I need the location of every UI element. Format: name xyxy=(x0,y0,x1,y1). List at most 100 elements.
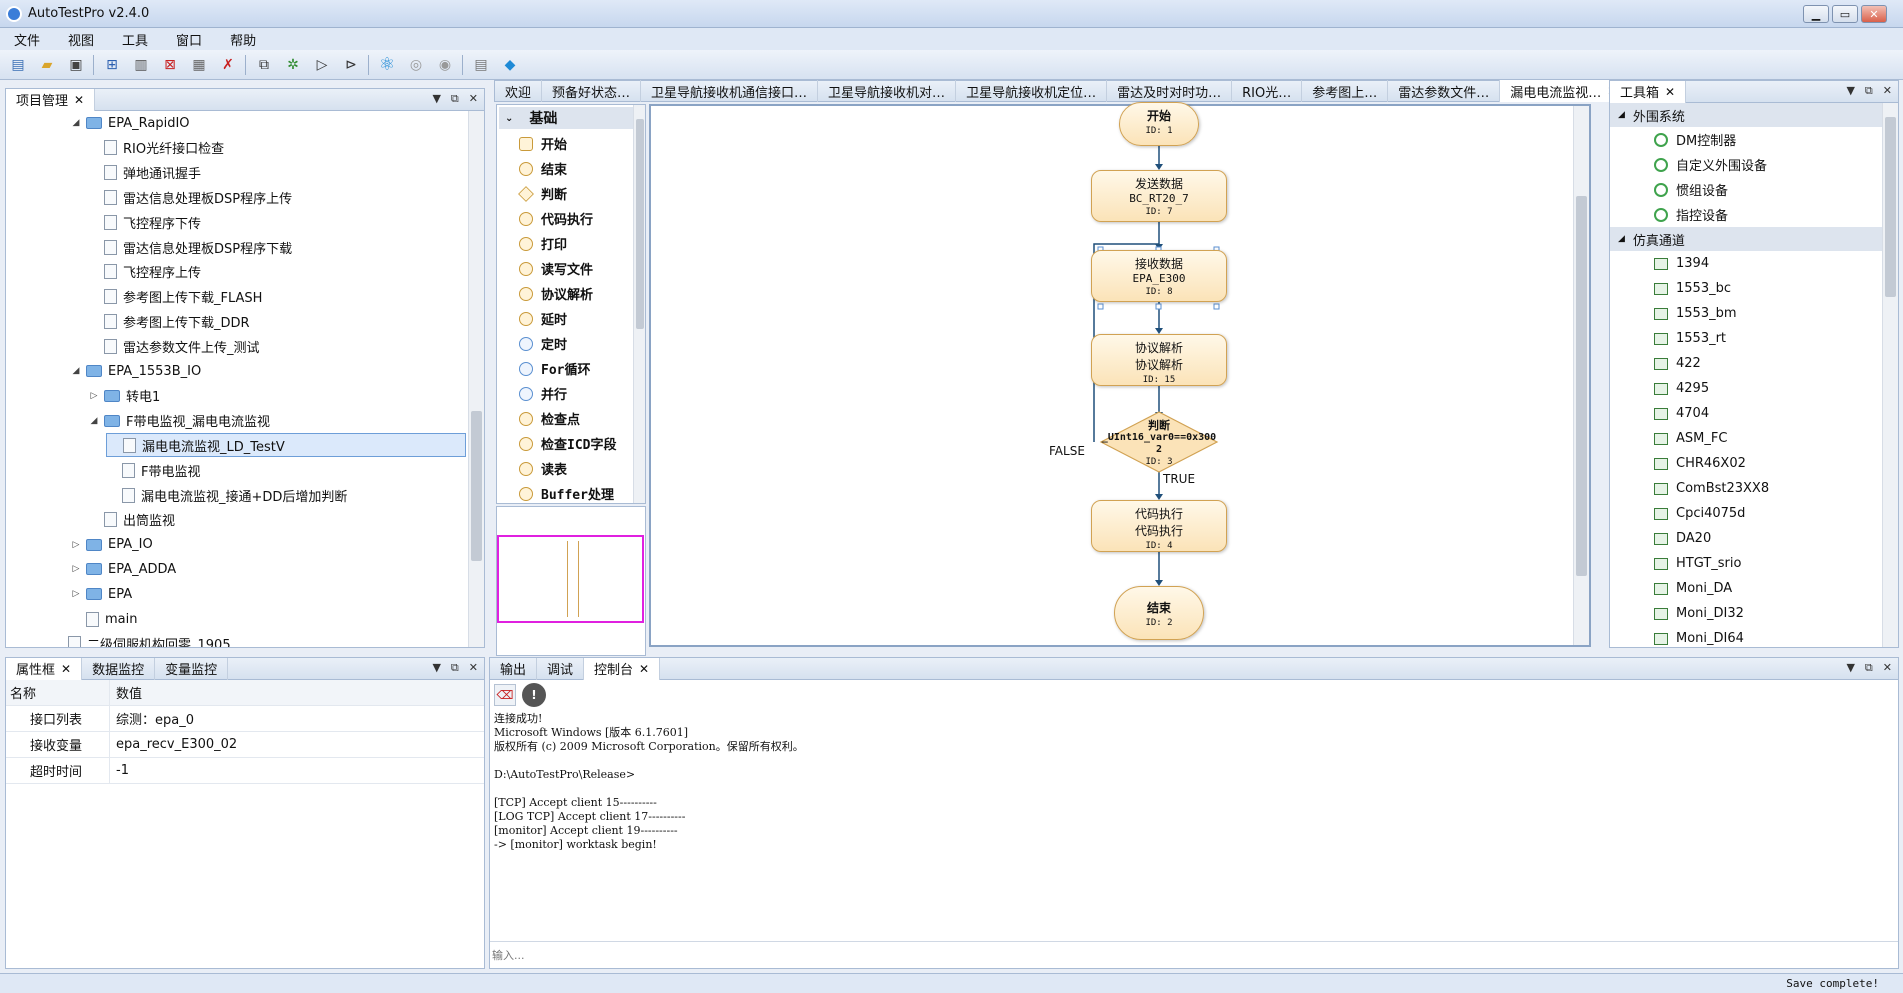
tab-editor[interactable]: 雷达参数文件… xyxy=(1388,80,1501,102)
expand-icon[interactable]: ▷ xyxy=(70,564,82,574)
maximize-button[interactable]: ▭ xyxy=(1832,5,1858,23)
toolbox-item[interactable]: 1553_rt xyxy=(1610,326,1882,351)
tab-debug[interactable]: 调试 xyxy=(537,657,585,680)
step-icon[interactable]: ⊳ xyxy=(340,54,362,76)
palette-item[interactable]: 延时 xyxy=(497,306,645,331)
palette-item[interactable]: 读写文件 xyxy=(497,256,645,281)
tree-node[interactable]: 飞控程序下传 xyxy=(88,210,201,234)
minimize-button[interactable]: ▁ xyxy=(1803,5,1829,23)
connect-icon[interactable]: ◎ xyxy=(405,54,427,76)
float-icon[interactable]: ⧉ xyxy=(451,661,459,675)
palette-item[interactable]: 并行 xyxy=(497,381,645,406)
toolbox-item[interactable]: ASM_FC xyxy=(1610,426,1882,451)
toolbox-item[interactable]: 4295 xyxy=(1610,376,1882,401)
toolbox-item[interactable]: DA20 xyxy=(1610,526,1882,551)
console-input[interactable] xyxy=(492,944,1892,966)
toolbox-item[interactable]: 1553_bc xyxy=(1610,276,1882,301)
tab-toolbox[interactable]: 工具箱 ✕ xyxy=(1610,80,1687,103)
dropdown-icon[interactable]: ▼ xyxy=(1846,84,1854,98)
tree-node[interactable]: ▷ 转电1 xyxy=(88,384,160,408)
property-value[interactable]: -1 xyxy=(110,763,129,778)
tab-editor[interactable]: 预备好状态… xyxy=(542,80,642,102)
close-icon[interactable]: ✕ xyxy=(1883,661,1892,675)
collapse-icon[interactable]: ◢ xyxy=(70,118,82,128)
package-icon[interactable]: ◆ xyxy=(499,54,521,76)
palette-item[interactable]: For循环 xyxy=(497,356,645,381)
delete-icon[interactable]: ⊠ xyxy=(159,54,181,76)
menu-view[interactable]: 视图 xyxy=(68,30,94,49)
toolbox-item[interactable]: Moni_DI64 xyxy=(1610,626,1882,647)
property-value[interactable]: epa_recv_E300_02 xyxy=(110,737,237,752)
dropdown-icon[interactable]: ▼ xyxy=(432,92,440,106)
palette-scrollbar[interactable] xyxy=(633,105,645,503)
scrollbar-thumb[interactable] xyxy=(1576,196,1587,576)
tree-node[interactable]: 漏电电流监视_LD_TestV xyxy=(106,433,466,458)
tab-properties[interactable]: 属性框 ✕ xyxy=(6,657,83,680)
flow-canvas[interactable]: 开始 ID: 1 发送数据 BC_RT20_7 ID: 7 接收数据 EPA_E… xyxy=(649,102,1591,647)
tree-node[interactable]: 二级伺服机构回零_1905 xyxy=(52,632,231,647)
tab-welcome[interactable]: 欢迎 xyxy=(495,80,543,102)
palette-item[interactable]: 结束 xyxy=(497,156,645,181)
property-row[interactable]: 接口列表 综测：epa_0 xyxy=(6,706,484,732)
menu-tools[interactable]: 工具 xyxy=(122,30,148,49)
palette-item[interactable]: 开始 xyxy=(497,131,645,156)
dropdown-icon[interactable]: ▼ xyxy=(1846,661,1854,675)
menu-help[interactable]: 帮助 xyxy=(230,30,256,49)
clear-icon[interactable]: ⌫ xyxy=(494,684,516,706)
tree-node[interactable]: ▷ EPA_IO xyxy=(70,533,153,557)
palette-item[interactable]: 打印 xyxy=(497,231,645,256)
toolbox-item[interactable]: 1553_bm xyxy=(1610,301,1882,326)
toolbox-scrollbar[interactable] xyxy=(1882,103,1898,647)
expand-icon[interactable]: ▷ xyxy=(70,589,82,599)
tab-variable-monitor[interactable]: 变量监控 xyxy=(155,657,229,680)
close-button[interactable]: ✕ xyxy=(1861,5,1887,23)
document-icon[interactable]: ▤ xyxy=(470,54,492,76)
tree-node[interactable]: 出筒监视 xyxy=(88,508,175,532)
tab-console[interactable]: 控制台 ✕ xyxy=(584,657,661,680)
tab-editor[interactable]: 卫星导航接收机通信接口… xyxy=(641,80,819,102)
tree-node[interactable]: ▷ EPA_ADDA xyxy=(70,557,177,581)
collapse-icon[interactable]: ◢ xyxy=(70,366,82,376)
collapse-icon[interactable]: ◢ xyxy=(88,416,100,426)
toolbox-item[interactable]: Cpci4075d xyxy=(1610,501,1882,526)
flow-node-decision[interactable]: 判断 _UInt16_var0==0x3002 ID: 3 xyxy=(1101,420,1217,468)
palette-item[interactable]: 检查点 xyxy=(497,406,645,431)
toolbox-item[interactable]: Moni_DI32 xyxy=(1610,601,1882,626)
collapse-icon[interactable]: ◢ xyxy=(1618,234,1625,244)
tree-node[interactable]: 雷达信息处理板DSP程序上传 xyxy=(88,185,292,209)
tree-node[interactable]: F带电监视 xyxy=(106,458,200,482)
tab-editor[interactable]: 雷达及时对时功… xyxy=(1107,80,1233,102)
export-icon[interactable]: ▦ xyxy=(188,54,210,76)
close-icon[interactable]: ✕ xyxy=(1665,85,1675,99)
scrollbar-thumb[interactable] xyxy=(471,411,482,561)
palette-group[interactable]: ⌄ 基础 xyxy=(499,107,643,129)
script-icon[interactable]: ⧉ xyxy=(253,54,275,76)
scrollbar-thumb[interactable] xyxy=(636,119,644,329)
palette-item[interactable]: 读表 xyxy=(497,456,645,481)
property-row[interactable]: 超时时间 -1 xyxy=(6,758,484,784)
save-icon[interactable]: ▣ xyxy=(65,54,87,76)
deploy-icon[interactable]: ⊞ xyxy=(101,54,123,76)
menu-file[interactable]: 文件 xyxy=(14,30,40,49)
float-icon[interactable]: ⧉ xyxy=(1865,84,1873,98)
palette-item[interactable]: Buffer处理 xyxy=(497,481,645,506)
tab-editor[interactable]: 卫星导航接收机定位… xyxy=(956,80,1108,102)
close-icon[interactable]: ✕ xyxy=(1883,84,1892,98)
tab-editor[interactable]: 参考图上… xyxy=(1302,80,1389,102)
tree-node[interactable]: main xyxy=(70,607,137,631)
tab-editor[interactable]: RIO光… xyxy=(1232,80,1303,102)
close-icon[interactable]: ✕ xyxy=(61,662,71,676)
close-icon[interactable]: ✕ xyxy=(469,92,478,106)
tree-node[interactable]: 弹地通讯握手 xyxy=(88,161,201,185)
flow-node-code[interactable]: 代码执行 代码执行 ID: 4 xyxy=(1091,500,1227,552)
toolbox-item[interactable]: HTGT_srio xyxy=(1610,551,1882,576)
disconnect-icon[interactable]: ◉ xyxy=(434,54,456,76)
tab-data-monitor[interactable]: 数据监控 xyxy=(82,657,156,680)
toolbox-item[interactable]: 422 xyxy=(1610,351,1882,376)
flow-node-end[interactable]: 结束 ID: 2 xyxy=(1114,586,1204,640)
tree-node[interactable]: 参考图上传下载_FLASH xyxy=(88,285,262,309)
collapse-icon[interactable]: ◢ xyxy=(1618,110,1625,120)
float-icon[interactable]: ⧉ xyxy=(1865,661,1873,675)
toolbox-item[interactable]: 惯组设备 xyxy=(1610,177,1882,202)
tree-node[interactable]: ◢ EPA_1553B_IO xyxy=(70,359,202,383)
